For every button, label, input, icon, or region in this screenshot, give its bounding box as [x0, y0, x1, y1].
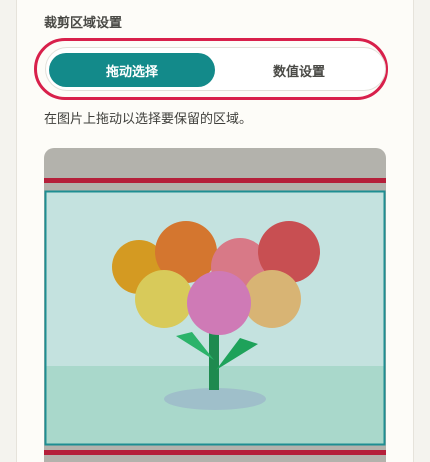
crop-hint-text: 在图片上拖动以选择要保留的区域。	[44, 112, 253, 127]
petal-yellow	[135, 270, 193, 328]
red-band-top	[44, 178, 386, 183]
flower-center	[187, 271, 251, 335]
image-preview[interactable]	[44, 148, 386, 462]
section-title: 裁剪区域设置	[44, 16, 123, 31]
petal-tan	[243, 270, 301, 328]
numeric-settings-tab[interactable]: 数值设置	[216, 53, 382, 87]
shadow	[164, 388, 266, 410]
crop-area[interactable]	[46, 192, 384, 444]
preview-image	[44, 148, 386, 462]
drag-select-tab[interactable]: 拖动选择	[49, 53, 215, 87]
crop-mode-switch: 拖动选择 数值设置	[45, 47, 386, 91]
red-band-bottom	[44, 450, 386, 455]
